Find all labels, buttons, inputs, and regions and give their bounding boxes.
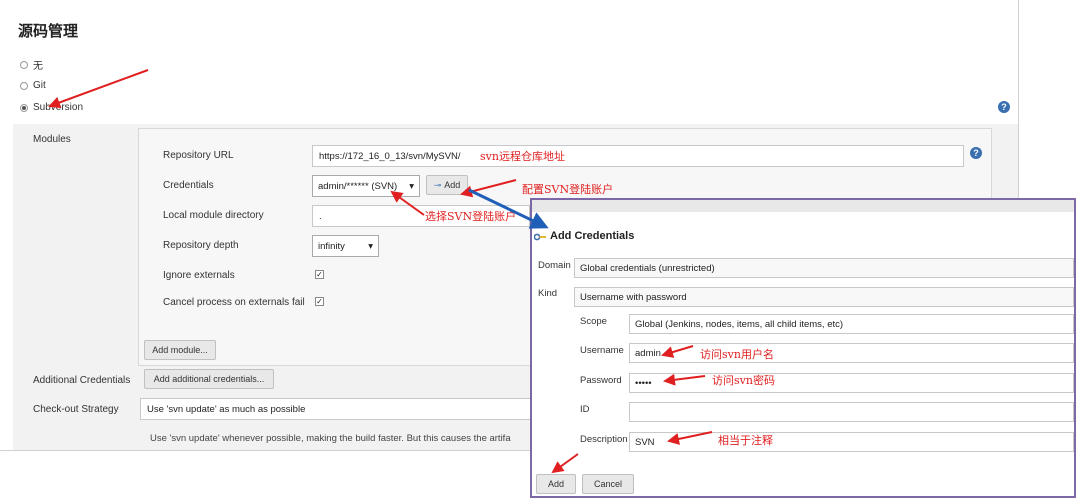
arrow-subversion <box>48 69 149 109</box>
jenkins-config-page: 源码管理 无 Git Subversion ? Modules Reposito… <box>0 0 1080 501</box>
arrow-username <box>661 345 694 358</box>
arrow-password <box>663 373 706 386</box>
arrow-description <box>667 431 713 445</box>
arrow-to-dialog <box>468 188 549 229</box>
arrow-add-button <box>551 453 579 474</box>
annotation-arrows-layer <box>48 69 713 474</box>
arrow-select-account <box>390 190 425 216</box>
